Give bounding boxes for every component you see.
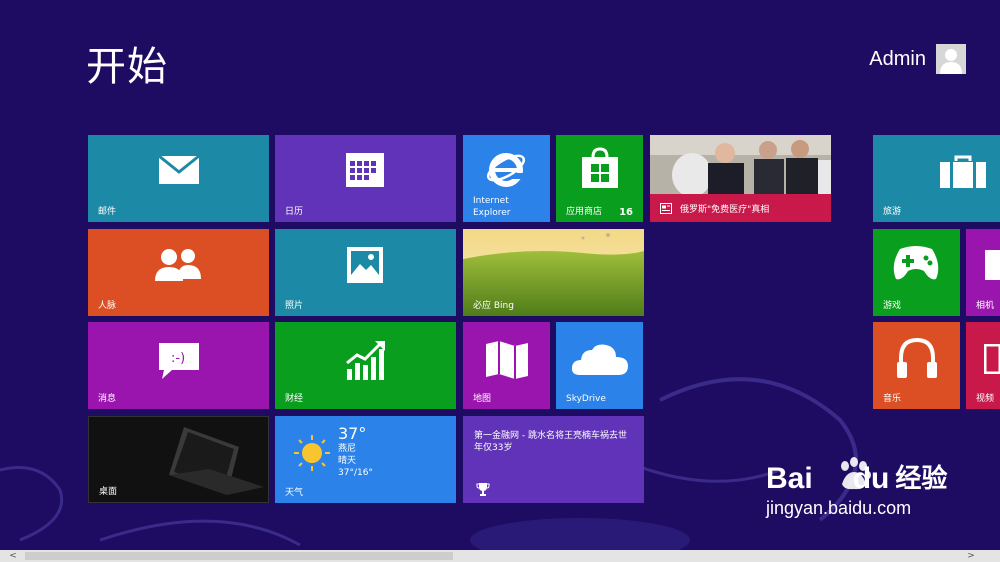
store-bag-icon (582, 147, 618, 188)
tile-mail[interactable]: 邮件 (88, 135, 269, 222)
tile-bing-label: 必应 Bing (473, 301, 514, 311)
weather-city: 燕尼 (338, 444, 357, 454)
store-update-badge: 16 (619, 207, 633, 218)
tile-desktop-label: 桌面 (99, 487, 118, 497)
baidu-brand: Bai du 经验 (766, 462, 947, 496)
user-silhouette-icon (940, 49, 962, 74)
news-photo (650, 135, 831, 194)
tile-bing[interactable]: 必应 Bing (463, 229, 644, 316)
headphones-icon (897, 337, 937, 378)
baidu-brand-bai: Bai (766, 462, 813, 495)
weather-info: 37° 燕尼 晴天 37°/16° (338, 425, 373, 479)
tile-maps-label: 地图 (473, 394, 492, 404)
tile-games-label: 游戏 (883, 301, 902, 311)
baidu-watermark: Bai du 经验 jingyan.baidu.com (766, 450, 947, 518)
tile-music[interactable]: 音乐 (873, 322, 960, 409)
mail-icon (158, 155, 200, 184)
tile-calendar-label: 日历 (285, 207, 304, 217)
tile-photos[interactable]: 照片 (275, 229, 456, 316)
tile-travel-label: 旅游 (883, 207, 902, 217)
tile-finance[interactable]: 财经 (275, 322, 456, 409)
messaging-icon: :-) (159, 343, 199, 379)
calendar-icon (346, 153, 384, 187)
tile-people[interactable]: 人脉 (88, 229, 269, 316)
video-icon (984, 344, 1000, 374)
baidu-jingyan-label: 经验 (895, 464, 948, 494)
tile-internet-explorer[interactable]: Internet Explorer (463, 135, 550, 222)
tile-desktop[interactable]: 桌面 (88, 416, 269, 503)
tile-store-label: 应用商店 (566, 207, 603, 217)
user-name: Admin (869, 47, 926, 70)
suitcase-icon (940, 155, 986, 188)
tile-weather[interactable]: 37° 燕尼 晴天 37°/16° 天气 (275, 416, 456, 503)
tile-skydrive-label: SkyDrive (566, 394, 606, 404)
tile-ie-label-line1: Internet (473, 196, 509, 206)
photos-icon (347, 247, 383, 283)
tile-maps[interactable]: 地图 (463, 322, 550, 409)
tile-people-label: 人脉 (98, 301, 117, 311)
weather-range: 37°/16° (338, 468, 373, 478)
tile-video-label: 视频 (976, 394, 995, 404)
gamepad-icon (893, 246, 939, 280)
skydrive-cloud-icon (571, 344, 628, 375)
tile-weather-label: 天气 (285, 488, 304, 498)
tile-ie-label: Internet Explorer (473, 195, 510, 219)
tile-sports[interactable]: 第一金融网 - 跳水名将王亮楠车祸去世年仅33岁 (463, 416, 644, 503)
tile-travel[interactable]: 旅游 (873, 135, 1000, 222)
tile-camera[interactable]: 相机 (966, 229, 1000, 316)
avatar (936, 44, 966, 74)
maps-icon (486, 341, 528, 379)
people-icon (155, 249, 201, 281)
news-caption-strip: 俄罗斯"免费医疗"真相 (650, 194, 831, 222)
scroll-thumb[interactable] (25, 552, 453, 560)
sun-icon (294, 435, 330, 471)
tile-messaging-label: 消息 (98, 394, 117, 404)
tile-camera-label: 相机 (976, 301, 995, 311)
tile-finance-label: 财经 (285, 394, 304, 404)
start-title: 开始 (86, 44, 168, 90)
horizontal-scrollbar[interactable]: < > (0, 550, 1000, 562)
tile-photos-label: 照片 (285, 301, 304, 311)
tile-ie-label-line2: Explorer (473, 208, 511, 218)
sports-headline: 第一金融网 - 跳水名将王亮楠车祸去世年仅33岁 (474, 431, 627, 453)
baidu-brand-du: du (852, 462, 890, 495)
scroll-left-arrow[interactable]: < (6, 550, 20, 562)
tile-messaging[interactable]: :-) 消息 (88, 322, 269, 409)
trophy-icon (476, 483, 490, 496)
tile-calendar[interactable]: 日历 (275, 135, 456, 222)
tile-music-label: 音乐 (883, 394, 902, 404)
scroll-right-arrow[interactable]: > (964, 550, 978, 562)
camera-icon (985, 250, 1000, 280)
internet-explorer-icon (486, 153, 527, 187)
tile-mail-label: 邮件 (98, 207, 117, 217)
finance-chart-icon (346, 341, 385, 380)
tile-store[interactable]: 应用商店 16 (556, 135, 643, 222)
tile-games[interactable]: 游戏 (873, 229, 960, 316)
baidu-url: jingyan.baidu.com (766, 498, 912, 518)
tile-news[interactable]: 俄罗斯"免费医疗"真相 (650, 135, 831, 222)
weather-temperature: 37° (338, 424, 367, 443)
tile-skydrive[interactable]: SkyDrive (556, 322, 643, 409)
user-account[interactable]: Admin (869, 44, 966, 74)
news-icon (660, 202, 672, 214)
svg-text::-): :-) (171, 351, 185, 366)
news-headline: 俄罗斯"免费医疗"真相 (680, 204, 770, 215)
tile-video[interactable]: 视频 (966, 322, 1000, 409)
weather-condition: 晴天 (338, 456, 357, 466)
